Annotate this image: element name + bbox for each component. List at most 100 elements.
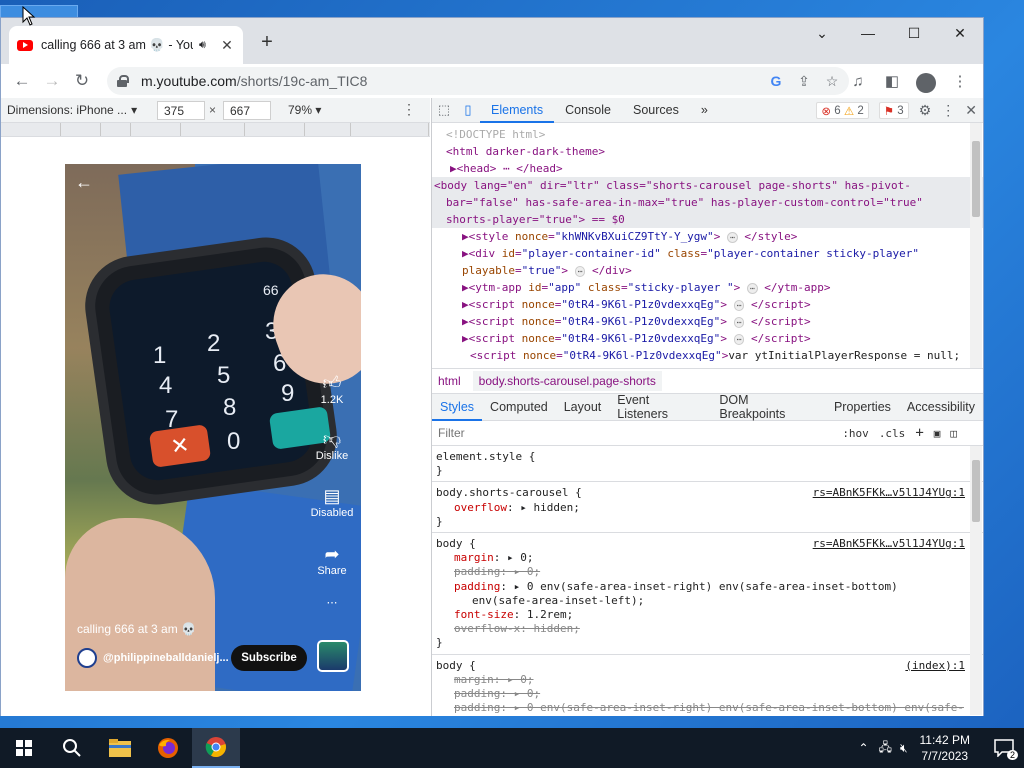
file-explorer-icon[interactable] bbox=[96, 728, 144, 768]
address-bar[interactable]: m.youtube.com/shorts/19c-am_TIC8 G ⇪ ☆ bbox=[107, 67, 849, 95]
clock[interactable]: 11:42 PM 7/7/2023 bbox=[920, 732, 970, 764]
tab-sources[interactable]: Sources bbox=[622, 98, 690, 123]
more-button[interactable]: ⋯ bbox=[309, 596, 355, 609]
dom-node-script-inline[interactable]: <script nonce="0tR4-9K6l-P1z0vdexxqEg">v… bbox=[432, 347, 983, 364]
paint-icon[interactable]: ▣ bbox=[934, 427, 941, 440]
side-panel-icon[interactable]: ◧ bbox=[879, 67, 905, 95]
channel-name[interactable]: @philippineballdanielj... bbox=[103, 652, 229, 664]
devtools-menu-icon[interactable]: ⋮ bbox=[941, 102, 955, 119]
dom-node-script[interactable]: ▶<script nonce="0tR4-9K6l-P1z0vdexxqEg">… bbox=[432, 296, 983, 313]
settings-gear-icon[interactable]: ⚙ bbox=[919, 102, 932, 119]
tab-console[interactable]: Console bbox=[554, 98, 622, 123]
dom-node-ytm-app[interactable]: ▶<ytm-app id="app" class="sticky-player … bbox=[432, 279, 983, 296]
rule-body-shorts-carousel[interactable]: body.shorts-carousel { rs=ABnK5FKk…v5l1J… bbox=[432, 482, 983, 534]
rule-element-style[interactable]: element.style { } bbox=[432, 446, 983, 483]
css-property[interactable]: font-size: 1.2rem; bbox=[436, 608, 979, 622]
maximize-button[interactable]: ☐ bbox=[891, 18, 937, 48]
rule-body[interactable]: body { rs=ABnK5FKk…v5l1J4YUg:1 margin: ▸… bbox=[432, 533, 983, 655]
google-icon[interactable]: G bbox=[767, 73, 785, 89]
tab-close-icon[interactable]: ✕ bbox=[219, 37, 235, 54]
browser-tab[interactable]: calling 666 at 3 am 💀 - You 🔊︎ ✕ bbox=[9, 26, 243, 64]
css-property-overridden[interactable]: margin: ▸ 0; bbox=[436, 673, 979, 687]
sound-thumbnail[interactable] bbox=[317, 640, 349, 672]
network-icon[interactable]: 🖧︎ bbox=[879, 738, 892, 759]
rule-source-link[interactable]: rs=ABnK5FKk…v5l1J4YUg:1 bbox=[813, 537, 965, 551]
close-window-button[interactable]: ✕ bbox=[937, 18, 983, 48]
rule-body-index[interactable]: body { (index):1 margin: ▸ 0; padding: ▸… bbox=[432, 655, 983, 715]
dislike-button[interactable]: 👎︎ Dislike bbox=[309, 428, 355, 462]
dom-node-style[interactable]: ▶<style nonce="khWNKvBXuiCZ9TtY-Y_ygw"> … bbox=[432, 228, 983, 245]
issues-badge[interactable]: ⚑ 3 bbox=[878, 102, 909, 119]
tab-styles[interactable]: Styles bbox=[432, 394, 483, 421]
dom-node-script[interactable]: ▶<script nonce="0tR4-9K6l-P1z0vdexxqEg">… bbox=[432, 313, 983, 330]
tray-overflow-icon[interactable]: ⌃ bbox=[859, 741, 869, 755]
profile-avatar-icon[interactable] bbox=[913, 67, 939, 95]
css-property-overridden[interactable]: padding: ▸ 0; bbox=[436, 565, 979, 579]
forward-button[interactable]: → bbox=[37, 67, 67, 95]
tab-computed[interactable]: Computed bbox=[482, 394, 556, 421]
class-toggle[interactable]: .cls bbox=[879, 427, 906, 440]
device-toolbar-menu-icon[interactable]: ⋮ bbox=[402, 101, 416, 118]
css-property[interactable]: margin: ▸ 0; bbox=[436, 551, 979, 565]
chrome-icon[interactable] bbox=[192, 728, 240, 768]
height-input[interactable]: 667 bbox=[223, 101, 271, 120]
css-property-overridden[interactable]: padding: ▸ 0 env(safe-area-inset-right) … bbox=[436, 701, 979, 715]
css-property-overridden[interactable]: padding: ▸ 0; bbox=[436, 687, 979, 701]
chrome-menu-icon[interactable]: ⋮ bbox=[947, 67, 973, 95]
rule-source-link[interactable]: (index):1 bbox=[905, 659, 965, 673]
device-toggle-icon[interactable]: ▯ bbox=[456, 98, 480, 122]
youtube-short-player[interactable]: 66 1 2 3 4 5 6 7 8 9 0 ✕ ← 👍︎ 1.2K 👎︎ Disl… bbox=[65, 164, 361, 691]
back-button[interactable]: ← bbox=[7, 67, 37, 95]
dom-node-script[interactable]: ▶<script nonce="0tR4-9K6l-P1z0vdexxqEg">… bbox=[432, 330, 983, 347]
tab-accessibility[interactable]: Accessibility bbox=[899, 394, 983, 421]
css-property[interactable]: padding: ▸ 0 env(safe-area-inset-right) … bbox=[436, 580, 979, 608]
tab-layout[interactable]: Layout bbox=[556, 394, 610, 421]
breadcrumb-html[interactable]: html bbox=[438, 374, 461, 388]
reload-button[interactable]: ↻ bbox=[67, 67, 97, 95]
media-control-icon[interactable]: ♫ bbox=[845, 67, 871, 95]
tab-properties[interactable]: Properties bbox=[826, 394, 899, 421]
inspect-element-icon[interactable]: ⬚ bbox=[432, 98, 456, 122]
firefox-icon[interactable] bbox=[144, 728, 192, 768]
back-arrow-icon[interactable]: ← bbox=[75, 172, 93, 193]
bookmark-star-icon[interactable]: ☆ bbox=[823, 73, 841, 90]
dom-node-html[interactable]: <html darker-dark-theme> bbox=[432, 143, 983, 160]
close-devtools-icon[interactable]: ✕ bbox=[965, 102, 977, 119]
error-warning-badge[interactable]: ⊗ 6 ⚠ 2 bbox=[816, 102, 869, 119]
css-property-overridden[interactable]: overflow-x: hidden; bbox=[436, 622, 979, 636]
tab-dom-breakpoints[interactable]: DOM Breakpoints bbox=[711, 393, 826, 421]
sidebar-toggle-icon[interactable]: ◫ bbox=[950, 427, 957, 440]
hover-state-toggle[interactable]: :hov bbox=[842, 427, 869, 440]
notification-center-icon[interactable]: 2 bbox=[984, 728, 1024, 768]
elements-scrollbar[interactable] bbox=[970, 123, 982, 368]
dom-node-body[interactable]: <body lang="en" dir="ltr" class="shorts-… bbox=[432, 177, 983, 228]
channel-avatar[interactable] bbox=[77, 648, 97, 668]
rule-source-link[interactable]: rs=ABnK5FKk…v5l1J4YUg:1 bbox=[813, 486, 965, 500]
dom-node-player-container[interactable]: ▶<div id="player-container-id" class="pl… bbox=[432, 245, 983, 279]
dom-node-head[interactable]: ▶<head> ⋯ </head> bbox=[432, 160, 983, 177]
tab-elements[interactable]: Elements bbox=[480, 98, 555, 123]
channel-row[interactable]: @philippineballdanielj... bbox=[77, 648, 229, 668]
windows-start-icon[interactable] bbox=[0, 728, 48, 768]
media-query-ruler[interactable] bbox=[1, 123, 430, 137]
dom-node-doctype[interactable]: <!DOCTYPE html> bbox=[432, 126, 983, 143]
share-icon[interactable]: ⇪ bbox=[795, 73, 813, 90]
breadcrumb-body[interactable]: body.shorts-carousel.page-shorts bbox=[472, 371, 662, 391]
zoom-select[interactable]: 79% ▾ bbox=[288, 103, 321, 117]
speaker-icon[interactable]: 🔊︎ bbox=[199, 39, 213, 52]
new-rule-button[interactable]: + bbox=[915, 425, 923, 441]
minimize-button[interactable]: — bbox=[845, 18, 891, 48]
width-input[interactable]: 375 bbox=[157, 101, 205, 120]
styles-filter-input[interactable] bbox=[438, 426, 798, 440]
tab-event-listeners[interactable]: Event Listeners bbox=[609, 393, 711, 421]
like-button[interactable]: 👍︎ 1.2K bbox=[309, 372, 355, 406]
lock-icon[interactable] bbox=[117, 75, 129, 87]
subscribe-button[interactable]: Subscribe bbox=[231, 645, 307, 671]
device-select[interactable]: Dimensions: iPhone ... ▾ bbox=[7, 103, 137, 117]
volume-mute-icon[interactable]: 🔇︎ bbox=[900, 741, 908, 756]
more-tabs-button[interactable]: » bbox=[690, 98, 719, 123]
comments-button[interactable]: ▤ Disabled bbox=[309, 486, 355, 519]
tab-search-icon[interactable]: ⌄ bbox=[799, 18, 845, 48]
styles-scrollbar[interactable] bbox=[970, 446, 982, 715]
share-button[interactable]: ➦ Share bbox=[309, 544, 355, 577]
